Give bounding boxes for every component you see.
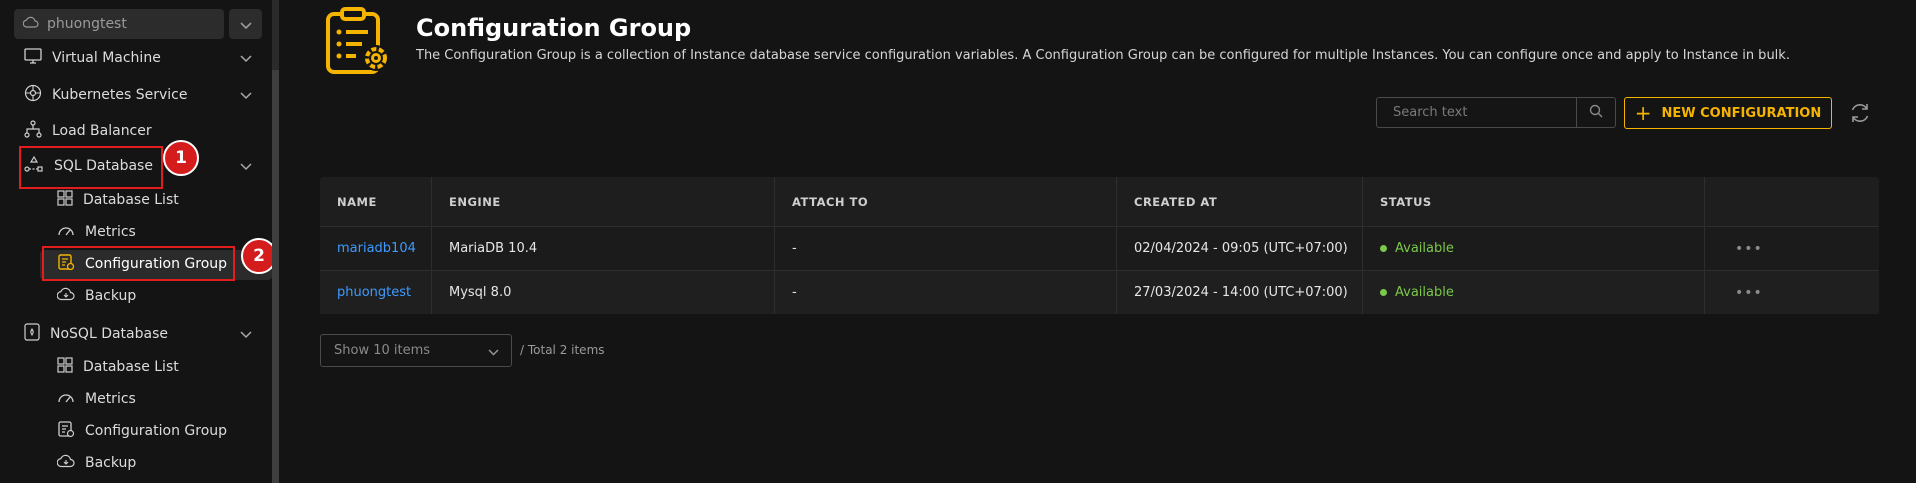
virtual-machine-icon	[24, 48, 42, 68]
sidebar-item-nosql-database[interactable]: NoSQL Database	[24, 321, 264, 347]
chevron-down-icon	[240, 88, 252, 104]
page-size-value: Show 10 items	[334, 343, 431, 358]
search-button[interactable]	[1576, 98, 1615, 127]
cloud-backup-icon	[56, 287, 75, 305]
sidebar-subitem-label: Metrics	[85, 391, 136, 407]
status-text: Available	[1395, 241, 1454, 256]
sidebar-subitem-backup[interactable]: Backup	[56, 283, 137, 309]
sidebar-subitem-nosql-configuration-group[interactable]: Configuration Group	[57, 418, 227, 444]
table-row: mariadb104 MariaDB 10.4 - 02/04/2024 - 0…	[320, 226, 1879, 270]
search-box	[1376, 97, 1616, 128]
highlight-box-configuration-group	[42, 246, 235, 281]
refresh-icon[interactable]	[1848, 101, 1872, 125]
sidebar-item-virtual-machine[interactable]: Virtual Machine	[24, 45, 264, 71]
config-name-link[interactable]: mariadb104	[337, 241, 416, 256]
grid-icon	[57, 357, 73, 377]
chevron-down-icon	[239, 15, 252, 34]
nosql-database-icon	[24, 323, 40, 345]
annotation-badge-1: 1	[163, 140, 199, 176]
sidebar-subitem-nosql-database-list[interactable]: Database List	[57, 354, 179, 380]
chevron-down-icon	[240, 51, 252, 67]
sidebar: phuongtest Virtual Machine Kubernetes Se…	[0, 0, 277, 483]
sidebar-scrollbar[interactable]	[272, 0, 279, 483]
project-selector[interactable]: phuongtest	[14, 9, 224, 39]
status-dot-icon	[1380, 289, 1387, 296]
status-badge: Available	[1380, 285, 1454, 300]
page-description: The Configuration Group is a collection …	[416, 48, 1790, 63]
config-name-link[interactable]: phuongtest	[337, 285, 411, 300]
search-icon	[1589, 103, 1603, 122]
configuration-table: NAME ENGINE ATTACH TO CREATED AT STATUS …	[320, 177, 1879, 314]
table-header: NAME ENGINE ATTACH TO CREATED AT STATUS	[320, 177, 1879, 226]
sidebar-subitem-database-list[interactable]: Database List	[57, 187, 179, 213]
chevron-down-icon	[488, 345, 499, 360]
scrollbar-thumb[interactable]	[272, 70, 279, 483]
sidebar-subitem-metrics[interactable]: Metrics	[57, 219, 136, 245]
more-actions-icon[interactable]: •••	[1735, 285, 1763, 301]
gauge-icon	[57, 390, 75, 408]
new-configuration-label: NEW CONFIGURATION	[1661, 105, 1822, 121]
sidebar-subitem-label: Backup	[85, 455, 137, 471]
page-title: Configuration Group	[416, 14, 692, 42]
total-items-label: / Total 2 items	[520, 343, 605, 357]
grid-icon	[57, 190, 73, 210]
sidebar-item-label: Load Balancer	[52, 123, 152, 139]
column-header-status[interactable]: STATUS	[1363, 177, 1705, 226]
sidebar-item-kubernetes-service[interactable]: Kubernetes Service	[24, 82, 264, 108]
config-clipboard-icon	[57, 420, 75, 442]
chevron-down-icon	[240, 327, 252, 343]
configuration-group-header-icon	[324, 6, 394, 76]
status-dot-icon	[1380, 245, 1387, 252]
engine-cell: Mysql 8.0	[432, 271, 775, 314]
chevron-down-icon	[240, 159, 252, 175]
sidebar-subitem-nosql-backup[interactable]: Backup	[56, 450, 137, 476]
kubernetes-icon	[24, 84, 42, 106]
status-text: Available	[1395, 285, 1454, 300]
sidebar-subitem-label: Database List	[83, 359, 179, 375]
engine-cell: MariaDB 10.4	[432, 227, 775, 270]
highlight-box-sql-database	[19, 146, 163, 189]
sidebar-item-label: Virtual Machine	[52, 50, 161, 66]
plus-icon: +	[1634, 101, 1652, 125]
column-header-attach-to[interactable]: ATTACH TO	[775, 177, 1117, 226]
gauge-icon	[57, 223, 75, 241]
sidebar-subitem-label: Metrics	[85, 224, 136, 240]
sidebar-item-label: Kubernetes Service	[52, 87, 188, 103]
sidebar-subitem-label: Database List	[83, 192, 179, 208]
column-header-actions	[1705, 177, 1879, 226]
column-header-engine[interactable]: ENGINE	[432, 177, 775, 226]
more-actions-icon[interactable]: •••	[1735, 241, 1763, 257]
sidebar-subitem-nosql-metrics[interactable]: Metrics	[57, 386, 136, 412]
column-header-created-at[interactable]: CREATED AT	[1117, 177, 1363, 226]
table-row: phuongtest Mysql 8.0 - 27/03/2024 - 14:0…	[320, 270, 1879, 314]
column-header-name[interactable]: NAME	[320, 177, 432, 226]
sidebar-item-label: NoSQL Database	[50, 326, 168, 342]
attach-to-cell: -	[775, 271, 1117, 314]
status-badge: Available	[1380, 241, 1454, 256]
attach-to-cell: -	[775, 227, 1117, 270]
cloud-backup-icon	[56, 454, 75, 472]
sidebar-item-load-balancer[interactable]: Load Balancer	[24, 118, 264, 144]
sidebar-subitem-label: Backup	[85, 288, 137, 304]
sidebar-subitem-label: Configuration Group	[85, 423, 228, 439]
created-at-cell: 27/03/2024 - 14:00 (UTC+07:00)	[1117, 271, 1363, 314]
created-at-cell: 02/04/2024 - 09:05 (UTC+07:00)	[1117, 227, 1363, 270]
page-size-select[interactable]: Show 10 items	[320, 334, 512, 367]
project-dropdown-button[interactable]	[229, 9, 262, 39]
load-balancer-icon	[24, 120, 42, 142]
new-configuration-button[interactable]: + NEW CONFIGURATION	[1624, 97, 1832, 129]
project-name: phuongtest	[47, 16, 127, 32]
search-input[interactable]	[1377, 98, 1577, 127]
cloud-icon	[22, 16, 39, 32]
